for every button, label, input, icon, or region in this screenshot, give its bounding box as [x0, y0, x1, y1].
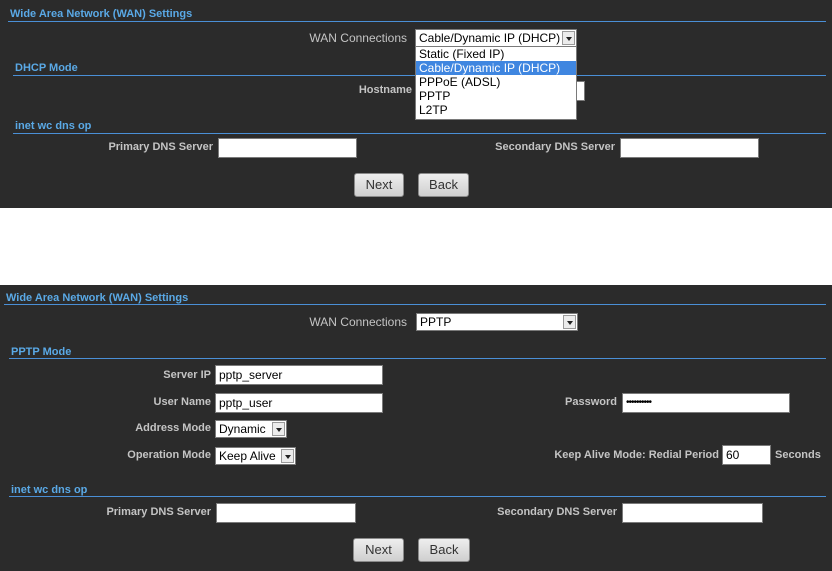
keep-alive-label: Keep Alive Mode: Redial Period [554, 449, 719, 461]
wan-connections-label: WAN Connections [309, 31, 407, 45]
password-label: Password [565, 396, 617, 408]
section-title-wan: Wide Area Network (WAN) Settings [10, 8, 193, 20]
secondary-dns-label: Secondary DNS Server [495, 141, 615, 153]
back-button[interactable]: Back [418, 173, 469, 197]
wan-option-dhcp[interactable]: Cable/Dynamic IP (DHCP) [416, 61, 576, 75]
wan-connections-select[interactable]: Cable/Dynamic IP (DHCP) [415, 29, 577, 47]
section-divider [9, 496, 826, 497]
wan-settings-panel-dhcp: Wide Area Network (WAN) Settings WAN Con… [0, 0, 832, 208]
operation-mode-select[interactable]: Keep Alive [215, 447, 296, 465]
user-name-label: User Name [153, 396, 211, 408]
next-button[interactable]: Next [354, 173, 404, 197]
primary-dns-label: Primary DNS Server [108, 141, 213, 153]
primary-dns-field[interactable] [218, 138, 357, 158]
section-divider [13, 133, 826, 134]
seconds-unit-label: Seconds [775, 449, 821, 461]
user-name-field[interactable]: pptp_user [215, 393, 383, 413]
chevron-down-icon[interactable] [563, 315, 576, 329]
section-divider [8, 21, 826, 22]
wan-connections-dropdown[interactable]: Static (Fixed IP) Cable/Dynamic IP (DHCP… [415, 46, 577, 120]
section-title-dhcp-mode: DHCP Mode [15, 62, 78, 74]
primary-dns-label: Primary DNS Server [106, 506, 211, 518]
address-mode-select[interactable]: Dynamic [215, 420, 287, 438]
section-divider [9, 358, 826, 359]
wan-connections-value: Cable/Dynamic IP (DHCP) [419, 31, 561, 45]
wan-connections-select[interactable]: PPTP [416, 313, 578, 331]
operation-mode-label: Operation Mode [127, 449, 211, 461]
chevron-down-icon[interactable] [281, 449, 294, 463]
operation-mode-value: Keep Alive [219, 449, 276, 463]
password-field[interactable]: •••••••••• [622, 393, 790, 413]
section-title-dns: inet wc dns op [15, 120, 92, 132]
chevron-down-icon[interactable] [562, 31, 575, 45]
address-mode-value: Dynamic [219, 422, 266, 436]
wan-connections-value: PPTP [420, 315, 452, 329]
wan-option-l2tp[interactable]: L2TP [416, 103, 576, 117]
server-ip-label: Server IP [163, 369, 211, 381]
section-title-wan: Wide Area Network (WAN) Settings [6, 292, 189, 304]
wan-settings-panel-pptp: Wide Area Network (WAN) Settings WAN Con… [0, 285, 832, 571]
hostname-label: Hostname [358, 84, 412, 96]
section-title-dns: inet wc dns op [11, 484, 88, 496]
secondary-dns-field[interactable] [622, 503, 763, 523]
primary-dns-field[interactable] [216, 503, 356, 523]
section-divider [4, 304, 826, 305]
wan-option-pppoe[interactable]: PPPoE (ADSL) [416, 75, 576, 89]
server-ip-field[interactable]: pptp_server [215, 365, 383, 385]
secondary-dns-label: Secondary DNS Server [497, 506, 617, 518]
next-button[interactable]: Next [353, 538, 404, 562]
wan-option-pptp[interactable]: PPTP [416, 89, 576, 103]
wan-option-static[interactable]: Static (Fixed IP) [416, 47, 576, 61]
back-button[interactable]: Back [418, 538, 470, 562]
redial-period-field[interactable]: 60 [722, 445, 771, 465]
address-mode-label: Address Mode [135, 422, 211, 434]
chevron-down-icon[interactable] [272, 422, 285, 436]
wan-connections-label: WAN Connections [309, 315, 407, 329]
section-title-pptp-mode: PPTP Mode [11, 346, 72, 358]
secondary-dns-field[interactable] [620, 138, 759, 158]
